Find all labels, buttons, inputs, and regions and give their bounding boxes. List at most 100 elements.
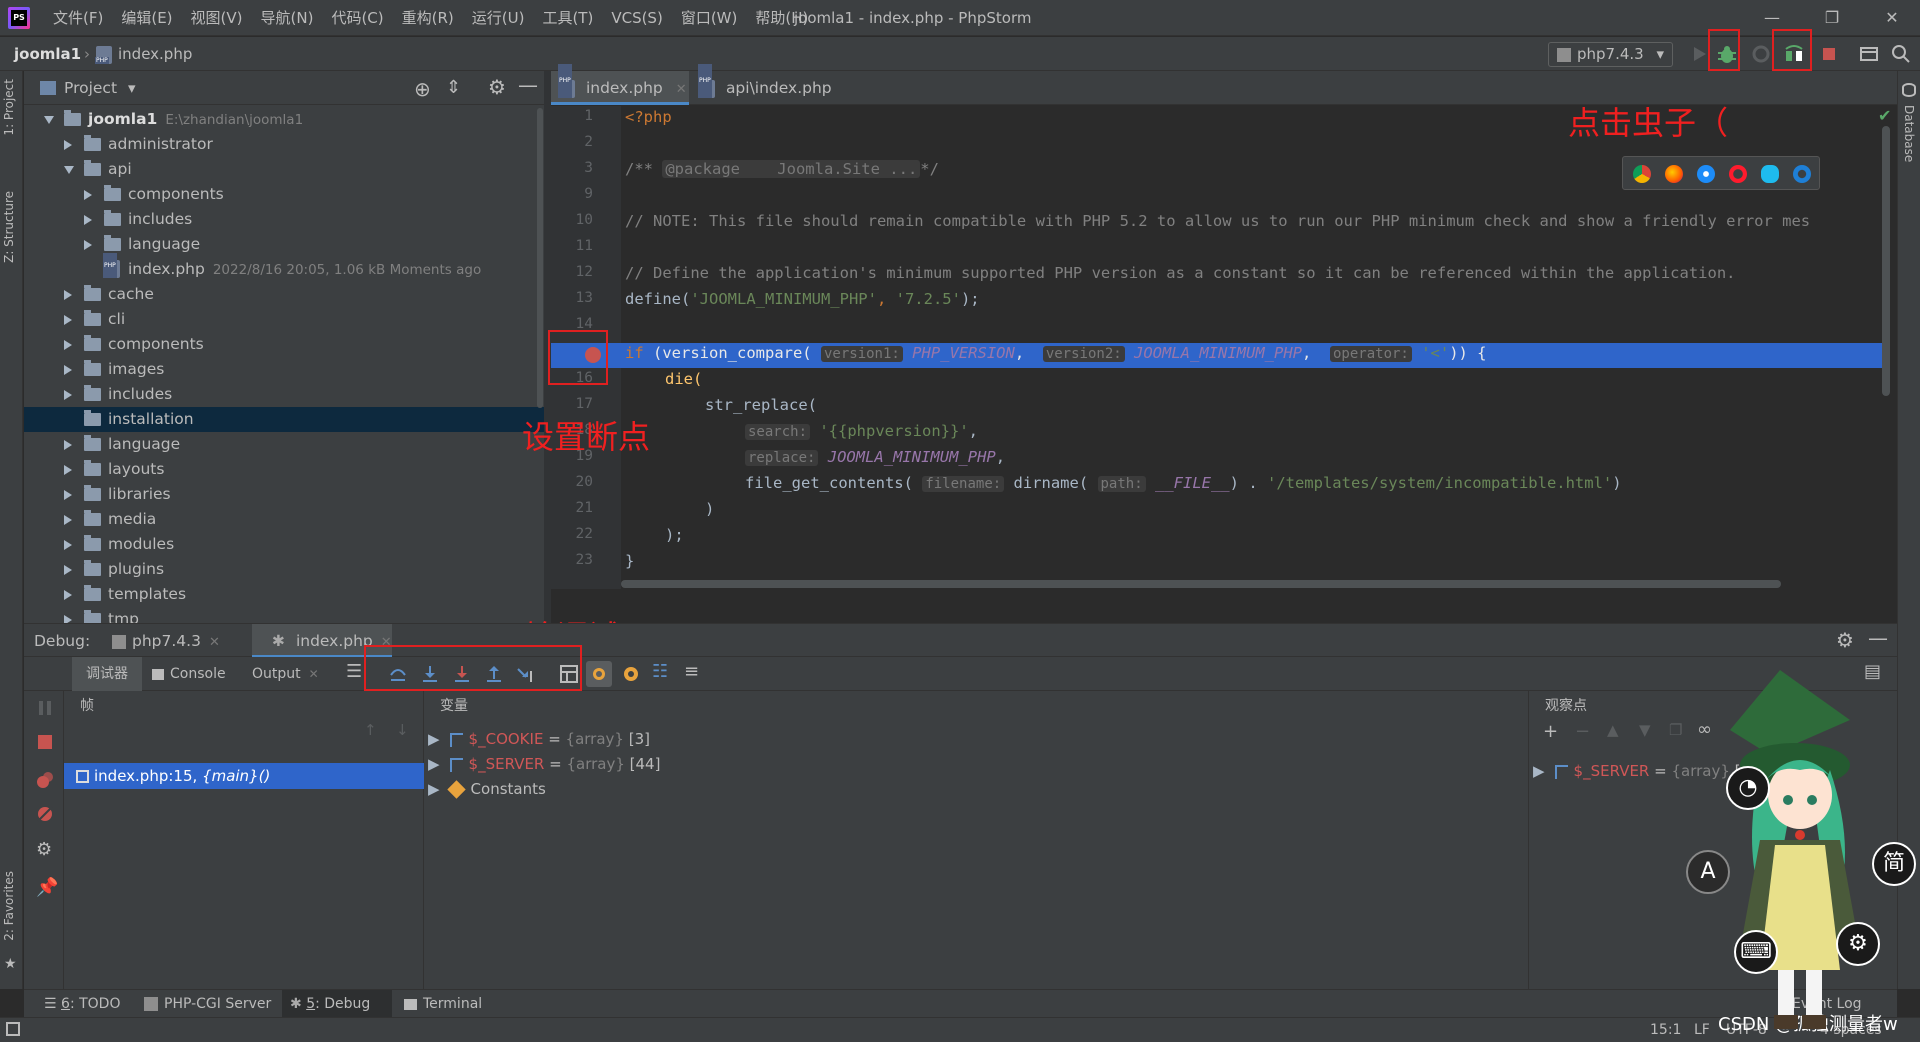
chevron-right-icon[interactable] — [64, 490, 72, 500]
pin-icon[interactable]: 📌 — [36, 877, 58, 898]
tab-api-index-php[interactable]: api\index.php ✕ — [691, 63, 851, 131]
firefox-icon[interactable] — [1665, 165, 1683, 183]
tab-debug[interactable]: ✱ 5: Debug — [282, 990, 392, 1018]
variable-row-server[interactable]: ▶ $_SERVER = {array} [44] — [428, 752, 660, 777]
variable-row-constants[interactable]: ▶ Constants — [428, 777, 546, 802]
chevron-right-icon[interactable] — [64, 140, 72, 150]
chevron-right-icon[interactable]: ▶ — [428, 780, 440, 798]
collapse-all-icon[interactable]: ⇕ — [446, 77, 461, 98]
tree-item[interactable]: installation — [24, 407, 544, 432]
tab-php-cgi-server[interactable]: PHP-CGI Server — [136, 990, 271, 1018]
tree-item[interactable]: libraries — [24, 482, 544, 507]
gear-icon[interactable]: ⚙ — [488, 75, 506, 99]
tree-item[interactable]: cache — [24, 282, 544, 307]
menu-item-0[interactable]: 文件(F) — [44, 0, 112, 36]
chevron-right-icon[interactable] — [64, 290, 72, 300]
chevron-right-icon[interactable] — [64, 540, 72, 550]
hide-icon[interactable]: — — [1868, 626, 1888, 650]
tree-item[interactable]: joomla1 E:\zhandian\joomla1 — [24, 107, 544, 132]
php-options-icon[interactable] — [622, 665, 640, 683]
tab-structure[interactable]: Z: Structure — [2, 191, 16, 263]
chevron-right-icon[interactable] — [64, 565, 72, 575]
chevron-down-icon[interactable] — [64, 166, 74, 174]
layout-button[interactable] — [1858, 43, 1882, 65]
opera-icon[interactable] — [1729, 165, 1747, 183]
chevron-right-icon[interactable]: ▶ — [428, 755, 440, 773]
arrow-up-icon[interactable]: ↑ — [364, 721, 377, 739]
close-button[interactable]: ✕ — [1868, 0, 1916, 36]
add-watch-icon[interactable]: ≡ — [684, 661, 699, 682]
tab-terminal[interactable]: Terminal — [396, 990, 482, 1018]
chevron-right-icon[interactable] — [64, 615, 72, 623]
chevron-right-icon[interactable] — [64, 590, 72, 600]
project-scrollbar[interactable] — [537, 108, 543, 408]
close-tab-icon[interactable]: ✕ — [309, 667, 319, 681]
arrow-down-icon[interactable]: ↓ — [396, 721, 409, 739]
chevron-right-icon[interactable] — [64, 390, 72, 400]
debug-tab-php743[interactable]: php7.4.3 ✕ — [112, 624, 220, 658]
font-a-button[interactable]: A — [1686, 850, 1730, 894]
tree-item[interactable]: components — [24, 182, 544, 207]
chevron-right-icon[interactable] — [64, 515, 72, 525]
tree-item[interactable]: plugins — [24, 557, 544, 582]
search-everywhere-button[interactable] — [1890, 43, 1914, 65]
mute-breakpoints-icon[interactable] — [36, 805, 54, 823]
variable-row-cookie[interactable]: ▶ $_COOKIE = {array} [3] — [428, 727, 650, 752]
breadcrumb-file[interactable]: index.php — [118, 37, 192, 71]
chevron-right-icon[interactable] — [84, 190, 92, 200]
copy-icon[interactable]: ❐ — [1669, 721, 1682, 739]
frames-list-icon[interactable]: ☷ — [652, 661, 668, 682]
simplified-chinese-button[interactable]: 简 — [1872, 842, 1916, 886]
tab-project[interactable]: 1: Project — [2, 79, 16, 136]
menu-item-8[interactable]: VCS(S) — [602, 0, 671, 36]
move-up-icon[interactable]: ▲ — [1607, 721, 1619, 739]
close-tab-icon[interactable]: ✕ — [676, 82, 687, 97]
menu-item-9[interactable]: 窗口(W) — [672, 0, 747, 36]
tab-database[interactable]: Database — [1902, 105, 1916, 162]
tab-debugger[interactable]: 调试器 — [72, 657, 142, 691]
chevron-right-icon[interactable] — [84, 215, 92, 225]
editor-vertical-scrollbar[interactable] — [1882, 126, 1890, 396]
toggle-active-button[interactable] — [586, 661, 612, 687]
safari-icon[interactable] — [1697, 165, 1715, 183]
tree-item[interactable]: language — [24, 432, 544, 457]
tree-item[interactable]: layouts — [24, 457, 544, 482]
close-tab-icon[interactable]: ✕ — [209, 635, 220, 650]
tab-console[interactable]: Console — [152, 657, 226, 691]
add-icon[interactable]: + — [1543, 721, 1558, 742]
run-configuration-select[interactable]: php7.4.3 ▾ — [1548, 42, 1673, 67]
tree-item[interactable]: tmp — [24, 607, 544, 623]
view-breakpoints-icon[interactable] — [36, 771, 54, 789]
tree-item[interactable]: modules — [24, 532, 544, 557]
coverage-button[interactable] — [1750, 43, 1774, 65]
chevron-right-icon[interactable] — [84, 240, 92, 250]
menu-item-5[interactable]: 重构(R) — [393, 0, 463, 36]
tab-index-php[interactable]: index.php ✕ — [551, 63, 689, 105]
tree-item[interactable]: images — [24, 357, 544, 382]
tree-item[interactable]: language — [24, 232, 544, 257]
tab-favorites[interactable]: 2: Favorites — [2, 871, 16, 941]
menu-item-1[interactable]: 编辑(E) — [112, 0, 181, 36]
menu-item-7[interactable]: 工具(T) — [533, 0, 602, 36]
tree-item[interactable]: templates — [24, 582, 544, 607]
settings-button[interactable]: ⚙ — [1836, 922, 1880, 966]
chevron-right-icon[interactable] — [64, 440, 72, 450]
tab-todo[interactable]: ☰ 6: TODO — [36, 990, 120, 1018]
chrome-icon[interactable] — [1633, 165, 1651, 183]
restore-button[interactable]: ❐ — [1808, 0, 1856, 36]
show-execution-point-icon[interactable]: ☰ — [346, 661, 362, 682]
tree-item[interactable]: includes — [24, 207, 544, 232]
stop-icon[interactable] — [36, 733, 54, 751]
project-panel-title[interactable]: Project — [64, 71, 117, 105]
keyboard-button[interactable]: ⌨ — [1734, 930, 1778, 974]
tree-item[interactable]: administrator — [24, 132, 544, 157]
tree-item[interactable]: includes — [24, 382, 544, 407]
frame-item[interactable]: index.php:15, {main}() — [64, 763, 424, 789]
caret-position[interactable]: 15:1 — [1650, 1018, 1681, 1042]
chevron-right-icon[interactable]: ▶ — [428, 730, 440, 748]
chevron-right-icon[interactable]: ▶ — [1533, 762, 1545, 780]
gear-icon[interactable]: ⚙ — [36, 839, 52, 860]
remove-icon[interactable]: − — [1575, 721, 1590, 742]
internet-explorer-icon[interactable] — [1761, 165, 1779, 183]
editor-horizontal-scrollbar[interactable] — [621, 580, 1781, 588]
